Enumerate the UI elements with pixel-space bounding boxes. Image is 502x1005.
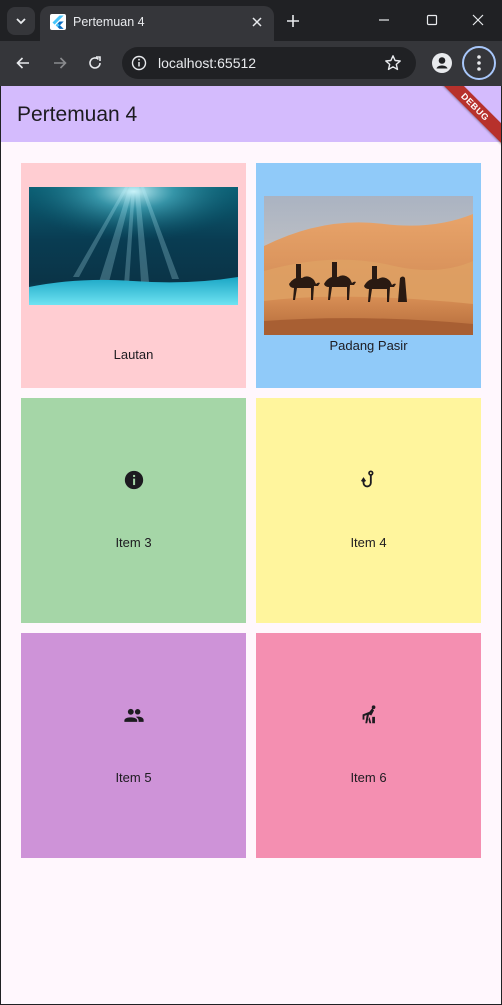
tab-search-button[interactable] (7, 7, 35, 35)
back-button[interactable] (12, 52, 34, 74)
chevron-down-icon (16, 18, 26, 25)
people-icon (124, 708, 144, 722)
reload-button[interactable] (84, 52, 106, 74)
site-info-icon[interactable] (130, 54, 148, 72)
profile-icon[interactable] (431, 52, 453, 74)
more-vert-icon (477, 55, 481, 71)
tile-label: Item 5 (115, 770, 152, 785)
close-window-button[interactable] (467, 10, 489, 30)
arrow-left-icon (16, 57, 29, 69)
browser-menu-button[interactable] (462, 46, 496, 80)
flutter-icon (50, 14, 66, 30)
tile-label: Lautan (113, 347, 154, 362)
tile-label: Item 4 (350, 535, 387, 550)
app-viewport: Pertemuan 4 DEBUG Lautan Padang Pasir It… (1, 86, 501, 1004)
arrow-right-icon (54, 57, 67, 69)
desert-camels-photo (264, 196, 473, 335)
bookmark-star-icon[interactable] (384, 54, 402, 72)
browser-tab-strip: Pertemuan 4 (0, 0, 502, 41)
grid-tile-item-4[interactable]: Item 4 (256, 398, 481, 623)
url-text: localhost:65512 (158, 55, 257, 71)
grid-tile-lautan[interactable]: Lautan (21, 163, 246, 388)
info-icon (124, 470, 144, 490)
forward-button[interactable] (49, 52, 71, 74)
sports-handball-icon (362, 705, 376, 724)
new-tab-icon[interactable] (283, 11, 303, 31)
tab-title: Pertemuan 4 (73, 15, 145, 29)
tile-label: Item 3 (115, 535, 152, 550)
browser-toolbar: localhost:65512 (0, 41, 502, 86)
maximize-button[interactable] (421, 10, 443, 30)
maximize-icon (426, 14, 438, 26)
reload-icon (89, 56, 101, 69)
phishing-hook-icon (360, 470, 374, 488)
browser-tab[interactable]: Pertemuan 4 (40, 6, 274, 41)
address-bar[interactable]: localhost:65512 (122, 47, 416, 79)
grid-tile-padang-pasir[interactable]: Padang Pasir (256, 163, 481, 388)
grid-tile-item-3[interactable]: Item 3 (21, 398, 246, 623)
tile-label: Item 6 (350, 770, 387, 785)
minimize-button[interactable] (373, 10, 395, 30)
close-icon (472, 14, 484, 26)
underwater-photo (29, 187, 238, 305)
close-icon[interactable] (249, 14, 265, 30)
grid-tile-item-5[interactable]: Item 5 (21, 633, 246, 858)
minimize-icon (379, 19, 389, 21)
page-title: Pertemuan 4 (17, 103, 138, 126)
grid-tile-item-6[interactable]: Item 6 (256, 633, 481, 858)
tile-label: Padang Pasir (329, 338, 408, 353)
app-bar: Pertemuan 4 (1, 86, 501, 142)
